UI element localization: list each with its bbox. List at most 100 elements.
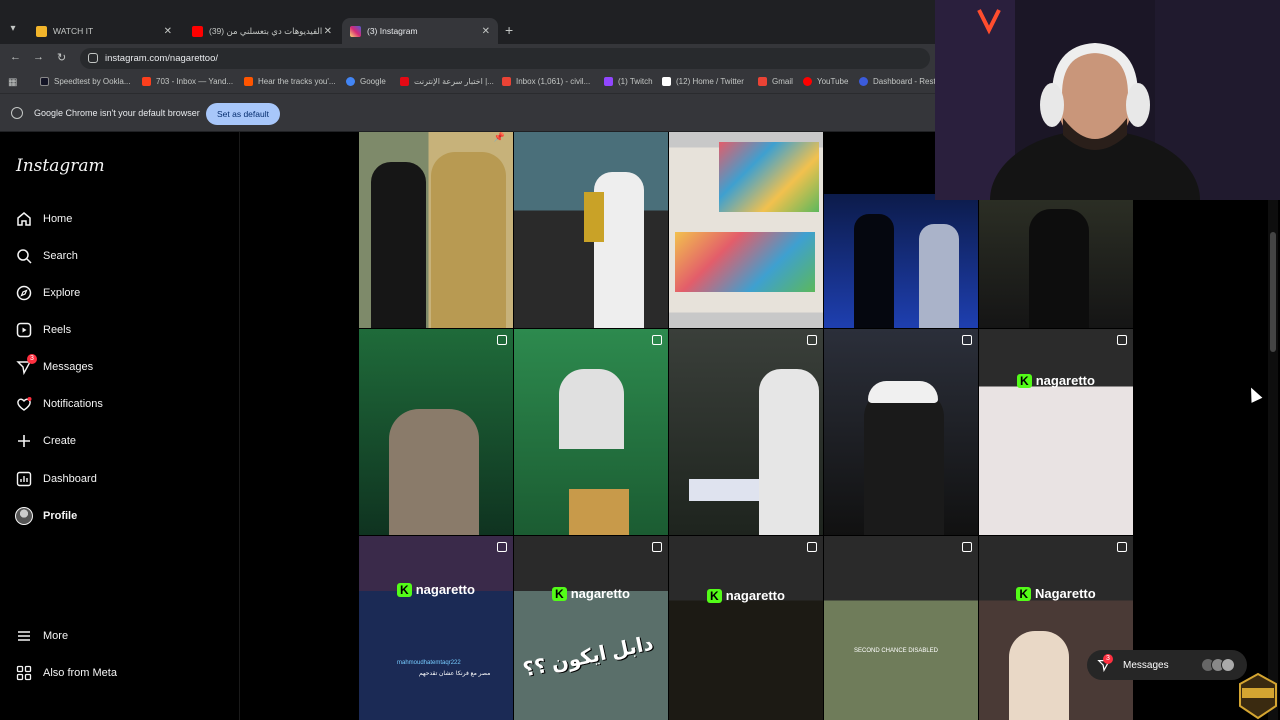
- post-thumbnail[interactable]: [514, 132, 668, 328]
- post-thumbnail[interactable]: Knagaretto mahmoudhatemtaqr222 مصر مع فر…: [359, 536, 513, 720]
- gmail-icon: [758, 77, 767, 86]
- bookmark-gmail[interactable]: Gmail: [758, 77, 793, 86]
- messages-badge: 3: [27, 354, 37, 364]
- post-thumbnail[interactable]: K Nagaretto: [979, 536, 1133, 720]
- new-tab-icon[interactable]: +: [505, 22, 513, 38]
- post-thumbnail[interactable]: Knagaretto دابل ايكون ؟؟: [514, 536, 668, 720]
- bookmark-label: YouTube: [817, 77, 849, 86]
- instagram-page: Instagram Home Search Explore Reels 3 Me…: [0, 132, 1280, 720]
- infobar-message: Google Chrome isn't your default browser: [34, 108, 200, 118]
- x-twitter-icon: [662, 77, 671, 86]
- close-tab-icon[interactable]: ✕: [482, 26, 490, 37]
- cap-shape: [868, 381, 938, 403]
- bookmark-yandex[interactable]: 703 - Inbox — Yand...: [142, 77, 233, 86]
- kick-caption: Knagaretto: [669, 588, 823, 603]
- bookmark-youtube[interactable]: YouTube: [803, 77, 848, 86]
- close-tab-icon[interactable]: ✕: [324, 26, 332, 37]
- tab-watch-it[interactable]: WATCH IT ✕: [28, 18, 180, 44]
- post-thumbnail[interactable]: [669, 132, 823, 328]
- kick-logo-icon: K: [1017, 374, 1032, 388]
- nav-label: Create: [43, 435, 77, 447]
- set-as-default-button[interactable]: Set as default: [206, 103, 280, 125]
- mural-art: [719, 142, 819, 212]
- nav-dashboard[interactable]: Dashboard: [15, 470, 97, 488]
- post-thumbnail[interactable]: [514, 329, 668, 535]
- nav-home[interactable]: Home: [15, 210, 72, 228]
- instagram-logo[interactable]: Instagram: [16, 156, 105, 176]
- post-thumbnail[interactable]: 📌: [359, 132, 513, 328]
- apps-grid-icon[interactable]: ▦: [8, 77, 17, 88]
- nav-label: Dashboard: [43, 473, 97, 485]
- avatar: [1221, 658, 1235, 672]
- mural-art: [675, 232, 815, 292]
- nav-explore[interactable]: Explore: [15, 284, 80, 302]
- person-figure: [559, 369, 624, 449]
- box-shape: [569, 489, 629, 535]
- youtube-icon: [803, 77, 812, 86]
- caption-text: nagaretto: [570, 586, 630, 601]
- messenger-icon: 3: [15, 354, 37, 376]
- posts-grid: 📌 K nagaretto K nagaretto mahmoudhatemta…: [359, 132, 1135, 720]
- back-icon[interactable]: ←: [10, 51, 21, 63]
- bookmark-twitch[interactable]: (1) Twitch: [604, 77, 653, 86]
- post-thumbnail[interactable]: Knagaretto: [669, 536, 823, 720]
- person-figure: [864, 389, 944, 535]
- nav-label: More: [43, 630, 69, 642]
- nav-also-from-meta[interactable]: Also from Meta: [15, 664, 117, 682]
- comment-user: mahmoudhatemtaqr222: [397, 660, 461, 666]
- messages-floating-bar[interactable]: 3 Messages: [1087, 650, 1247, 680]
- post-thumbnail[interactable]: [979, 194, 1133, 328]
- bookmark-inbox[interactable]: Inbox (1,061) - civil...: [502, 77, 590, 86]
- caption-text: nagaretto: [415, 582, 475, 597]
- nav-messages[interactable]: 3 Messages: [15, 354, 94, 376]
- nav-more[interactable]: More: [15, 627, 68, 645]
- site-info-icon[interactable]: [88, 53, 98, 63]
- kick-logo-icon: K: [397, 583, 412, 597]
- nav-reels[interactable]: Reels: [15, 321, 71, 339]
- bookmark-speed-test-ar[interactable]: اختبار سرعة الإنترنت |...: [400, 77, 494, 86]
- trophy-shape: [584, 192, 604, 242]
- webcam-overlay: [935, 0, 1280, 200]
- post-thumbnail[interactable]: [669, 329, 823, 535]
- nav-notifications[interactable]: Notifications: [15, 395, 103, 413]
- nav-profile[interactable]: Profile: [15, 507, 77, 525]
- bookmark-dashboard[interactable]: Dashboard - Rest: [859, 77, 936, 86]
- nav-label: Messages: [43, 361, 94, 373]
- post-thumbnail[interactable]: Knagaretto: [979, 329, 1133, 535]
- nav-create[interactable]: Create: [15, 432, 76, 450]
- scrollbar-thumb[interactable]: [1270, 232, 1276, 352]
- person-figure: [1029, 209, 1089, 328]
- bookmark-label: Google: [360, 77, 386, 86]
- screen: { "browser": { "tabs": [ {"title": "WATC…: [0, 0, 1280, 720]
- post-thumbnail[interactable]: [824, 194, 978, 328]
- person-figure: [919, 224, 959, 328]
- forward-icon[interactable]: →: [33, 51, 44, 63]
- close-tab-icon[interactable]: ✕: [164, 26, 172, 37]
- tab-instagram[interactable]: (3) Instagram ✕: [342, 18, 498, 44]
- tab-search-icon[interactable]: ▾: [4, 20, 22, 38]
- keyboard-shape: [689, 479, 759, 501]
- speedtest-icon: [40, 77, 49, 86]
- person-figure: [431, 152, 506, 328]
- pin-icon: 📌: [493, 132, 505, 142]
- plus-icon: [15, 432, 33, 450]
- tab-youtube[interactable]: (39) الفيديوهات دي بتعسلني من ✕: [184, 18, 340, 44]
- bookmark-google[interactable]: Google: [346, 77, 386, 86]
- page-scrollbar[interactable]: [1268, 200, 1278, 720]
- post-thumbnail[interactable]: [359, 329, 513, 535]
- post-thumbnail[interactable]: [824, 329, 978, 535]
- bookmark-soundcloud[interactable]: Hear the tracks you'...: [244, 77, 336, 86]
- browser-toolbar: ← → ↻ instagram.com/nagarettoo/: [0, 44, 935, 72]
- bookmark-twitter[interactable]: (12) Home / Twitter: [662, 77, 744, 86]
- default-browser-infobar: Google Chrome isn't your default browser…: [0, 94, 935, 132]
- reload-icon[interactable]: ↻: [57, 51, 66, 64]
- nav-search[interactable]: Search: [15, 247, 78, 265]
- address-bar[interactable]: instagram.com/nagarettoo/: [80, 48, 930, 69]
- nav-label: Explore: [43, 287, 81, 299]
- caption-text: nagaretto: [725, 588, 785, 603]
- post-thumbnail[interactable]: SECOND CHANCE DISABLED: [824, 536, 978, 720]
- caption-text: Nagaretto: [1034, 586, 1096, 601]
- kick-caption: Knagaretto: [979, 373, 1133, 388]
- url-text: instagram.com/nagarettoo/: [105, 53, 219, 64]
- bookmark-speedtest[interactable]: Speedtest by Ookla...: [40, 77, 131, 86]
